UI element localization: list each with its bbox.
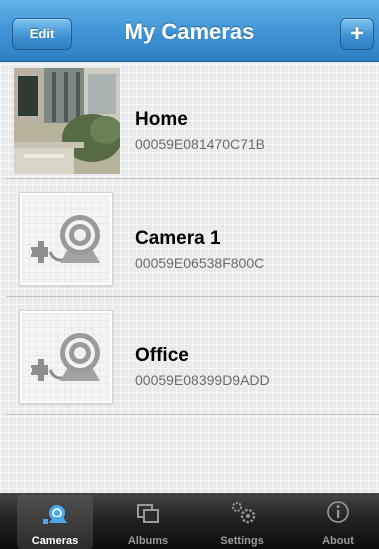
camera-id: 00059E081470C71B: [135, 136, 266, 152]
tab-about[interactable]: About: [300, 493, 376, 549]
camera-list: Home 00059E081470C71B Camera 1 00059E065…: [6, 62, 379, 415]
camera-thumbnail-frame: [14, 185, 128, 291]
page-title: My Cameras: [124, 19, 255, 44]
tab-label: About: [322, 535, 354, 547]
camera-name: Home: [135, 109, 188, 130]
camera-id: 00059E06538F800C: [135, 255, 265, 271]
gears-icon: [232, 502, 256, 524]
unplugged-camera-thumbnail: [20, 311, 112, 403]
unplugged-camera-icon: [31, 215, 100, 263]
room-photo-image: [14, 68, 120, 174]
navigation-bar: Edit My Cameras +: [0, 0, 379, 62]
unplugged-camera-thumbnail: [20, 193, 112, 285]
camera-row-office[interactable]: Office 00059E08399D9ADD: [6, 297, 379, 415]
tab-bar: Cameras Albums Settings About: [0, 493, 379, 549]
camera-icon: [43, 505, 67, 524]
camera-row-home[interactable]: Home 00059E081470C71B: [6, 62, 379, 179]
tab-settings[interactable]: Settings: [204, 493, 280, 549]
unplugged-camera-icon: [31, 333, 100, 381]
tab-albums[interactable]: Albums: [110, 493, 186, 549]
tab-label: Cameras: [31, 535, 79, 547]
albums-icon: [137, 504, 159, 523]
app-screen: Edit My Cameras + Home 00059E081470C71B …: [0, 0, 379, 549]
camera-id: 00059E08399D9ADD: [135, 372, 270, 388]
tab-label: Settings: [220, 535, 264, 547]
tab-label: Albums: [127, 535, 169, 547]
info-icon: [327, 501, 349, 523]
camera-row-camera-1[interactable]: Camera 1 00059E06538F800C: [6, 179, 379, 297]
camera-thumbnail-frame: [14, 303, 128, 409]
add-camera-button[interactable]: +: [340, 18, 374, 50]
camera-name: Camera 1: [135, 228, 221, 249]
camera-thumbnail-photo: [14, 68, 120, 174]
tab-cameras[interactable]: Cameras: [17, 495, 93, 549]
camera-name: Office: [135, 345, 189, 366]
